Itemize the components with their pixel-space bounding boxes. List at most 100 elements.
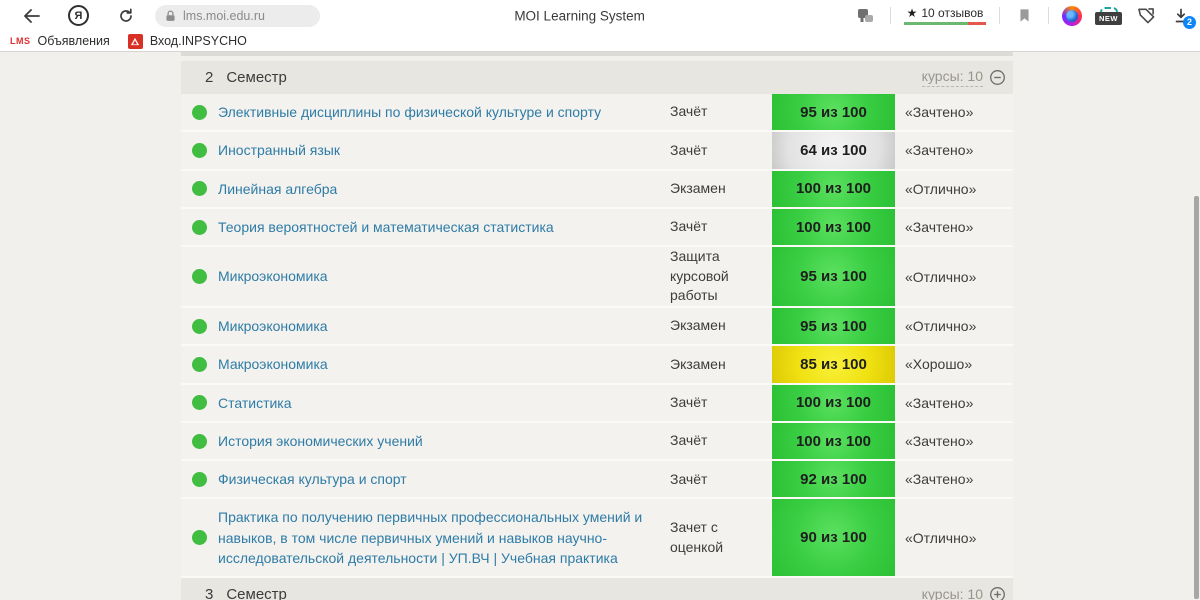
course-link[interactable]: Микроэкономика: [218, 308, 670, 344]
score-badge: 64 из 100: [772, 132, 895, 169]
course-link[interactable]: Линейная алгебра: [218, 171, 670, 207]
semester-title: Семестр: [226, 586, 287, 600]
collapse-section-button[interactable]: [989, 69, 1006, 86]
back-button[interactable]: [20, 5, 42, 27]
bookmarks-bar: LMS Объявления Вход.INPSYCHO: [0, 31, 1200, 52]
address-bar[interactable]: lms.moi.edu.ru: [155, 4, 320, 27]
status-cell: [181, 530, 218, 546]
status-cell: [181, 104, 218, 120]
assessment-type: Зачёт: [670, 141, 708, 158]
new-extension-button[interactable]: NEW: [1095, 6, 1122, 25]
assessment-type: Экзамен: [670, 179, 726, 196]
collections-button[interactable]: [1135, 5, 1157, 27]
course-link[interactable]: Статистика: [218, 385, 670, 421]
grades-table-body: Элективные дисциплины по физической куль…: [181, 94, 1013, 579]
active-status-dot-icon: [192, 433, 207, 449]
grade-text: «Хорошо»: [905, 356, 973, 373]
semester-3-header: 3 Семестр курсы: 10: [181, 578, 1013, 600]
score-badge: 95 из 100: [772, 307, 895, 345]
table-row: Теория вероятностей и математическая ста…: [181, 208, 1013, 248]
assessment-type: Зачёт: [670, 103, 708, 120]
score-badge: 95 из 100: [772, 247, 895, 306]
table-row: Иностранный язык Зачёт 64 из 100 «Зачтен…: [181, 132, 1013, 171]
assessment-type: Зачёт: [670, 218, 708, 235]
grade-text: «Отлично»: [905, 529, 977, 546]
downloads-count-badge: 2: [1183, 15, 1196, 29]
downloads-button[interactable]: 2: [1170, 5, 1196, 29]
table-row: История экономических учений Зачёт 100 и…: [181, 422, 1013, 462]
table-row: Статистика Зачёт 100 из 100 «Зачтено»: [181, 384, 1013, 423]
grade-text: «Зачтено»: [905, 394, 974, 411]
grade-text: «Отлично»: [905, 180, 977, 197]
panels-icon: [858, 8, 873, 22]
reload-button[interactable]: [115, 5, 137, 27]
course-link[interactable]: Макроэкономика: [218, 346, 670, 382]
bookmark-flag-icon: [1019, 9, 1029, 22]
toolbar-divider: [1048, 7, 1049, 24]
minus-circle-icon: [990, 70, 1005, 85]
semester-title: Семестр: [226, 69, 287, 86]
bookmark-label: Вход.INPSYCHO: [149, 34, 247, 48]
score-badge: 100 из 100: [772, 384, 895, 421]
grade-text: «Зачтено»: [905, 433, 974, 449]
active-status-dot-icon: [192, 395, 207, 411]
table-row: Микроэкономика Защита курсовой работы 95…: [181, 247, 1013, 308]
course-link[interactable]: Теория вероятностей и математическая ста…: [218, 209, 670, 245]
assessment-type: Зачёт: [670, 432, 708, 449]
table-row: Физическая культура и спорт Зачёт 92 из …: [181, 461, 1013, 500]
nav-group: Я: [20, 5, 137, 27]
table-row: Линейная алгебра Экзамен 100 из 100 «Отл…: [181, 170, 1013, 209]
table-row: Макроэкономика Экзамен 85 из 100 «Хорошо…: [181, 346, 1013, 385]
status-cell: [181, 269, 218, 285]
semester-number: 3: [205, 586, 214, 600]
section-top-divider: [181, 52, 1013, 56]
semester-number: 2: [205, 69, 214, 86]
triangle-emblem-icon: [131, 37, 140, 45]
active-status-dot-icon: [192, 471, 207, 487]
table-row: Микроэкономика Экзамен 95 из 100 «Отличн…: [181, 307, 1013, 347]
active-status-dot-icon: [192, 219, 207, 235]
course-link[interactable]: Элективные дисциплины по физической куль…: [218, 94, 670, 130]
sidebar-panels-button[interactable]: [855, 5, 877, 27]
yandex-logo-icon[interactable]: Я: [68, 5, 89, 26]
table-row: Элективные дисциплины по физической куль…: [181, 94, 1013, 133]
semester-2-header: 2 Семестр курсы: 10: [181, 61, 1013, 94]
reload-icon: [120, 8, 132, 22]
grade-text: «Зачтено»: [905, 142, 974, 159]
active-status-dot-icon: [192, 269, 207, 285]
grade-text: «Зачтено»: [905, 104, 974, 121]
status-cell: [181, 356, 218, 372]
bookmark-item-inpsycho[interactable]: Вход.INPSYCHO: [127, 33, 247, 49]
browser-toolbar: Я lms.moi.edu.ru MOI Learning System ★ 1…: [0, 0, 1200, 31]
reviews-rating-bar: [904, 22, 986, 25]
score-badge: 100 из 100: [772, 170, 895, 207]
course-link[interactable]: Иностранный язык: [218, 132, 670, 168]
star-icon: ★: [906, 6, 918, 20]
expand-section-button[interactable]: [989, 586, 1006, 600]
bookmark-button[interactable]: [1013, 5, 1035, 27]
course-link[interactable]: Физическая культура и спорт: [218, 461, 670, 497]
site-reviews-button[interactable]: ★ 10 отзывов: [904, 6, 986, 25]
grade-text: «Отлично»: [905, 268, 977, 285]
score-badge: 100 из 100: [772, 422, 895, 460]
page-content: 2 Семестр курсы: 10 Элективные дисциплин…: [0, 52, 1200, 600]
assessment-type: Зачёт: [670, 470, 708, 487]
course-link[interactable]: Микроэкономика: [218, 258, 670, 294]
course-link[interactable]: История экономических учений: [218, 423, 670, 459]
toolbar-divider: [999, 7, 1000, 24]
active-status-dot-icon: [192, 104, 207, 120]
bookmark-item-lms[interactable]: LMS Объявления: [10, 34, 110, 48]
status-cell: [181, 395, 218, 411]
course-link[interactable]: Практика по получению первичных професси…: [218, 499, 670, 576]
vertical-scrollbar[interactable]: [1194, 196, 1199, 599]
status-cell: [181, 471, 218, 487]
assessment-type: Экзамен: [670, 317, 726, 334]
assessment-type: Защита курсовой работы: [670, 248, 729, 304]
active-status-dot-icon: [192, 318, 207, 334]
courses-count-link[interactable]: курсы: 10: [921, 68, 983, 87]
active-status-dot-icon: [192, 142, 207, 158]
url-text: lms.moi.edu.ru: [183, 8, 265, 23]
browser-extension-icon[interactable]: [1062, 5, 1082, 26]
new-badge: NEW: [1095, 11, 1122, 25]
courses-count-link[interactable]: курсы: 10: [922, 586, 983, 600]
